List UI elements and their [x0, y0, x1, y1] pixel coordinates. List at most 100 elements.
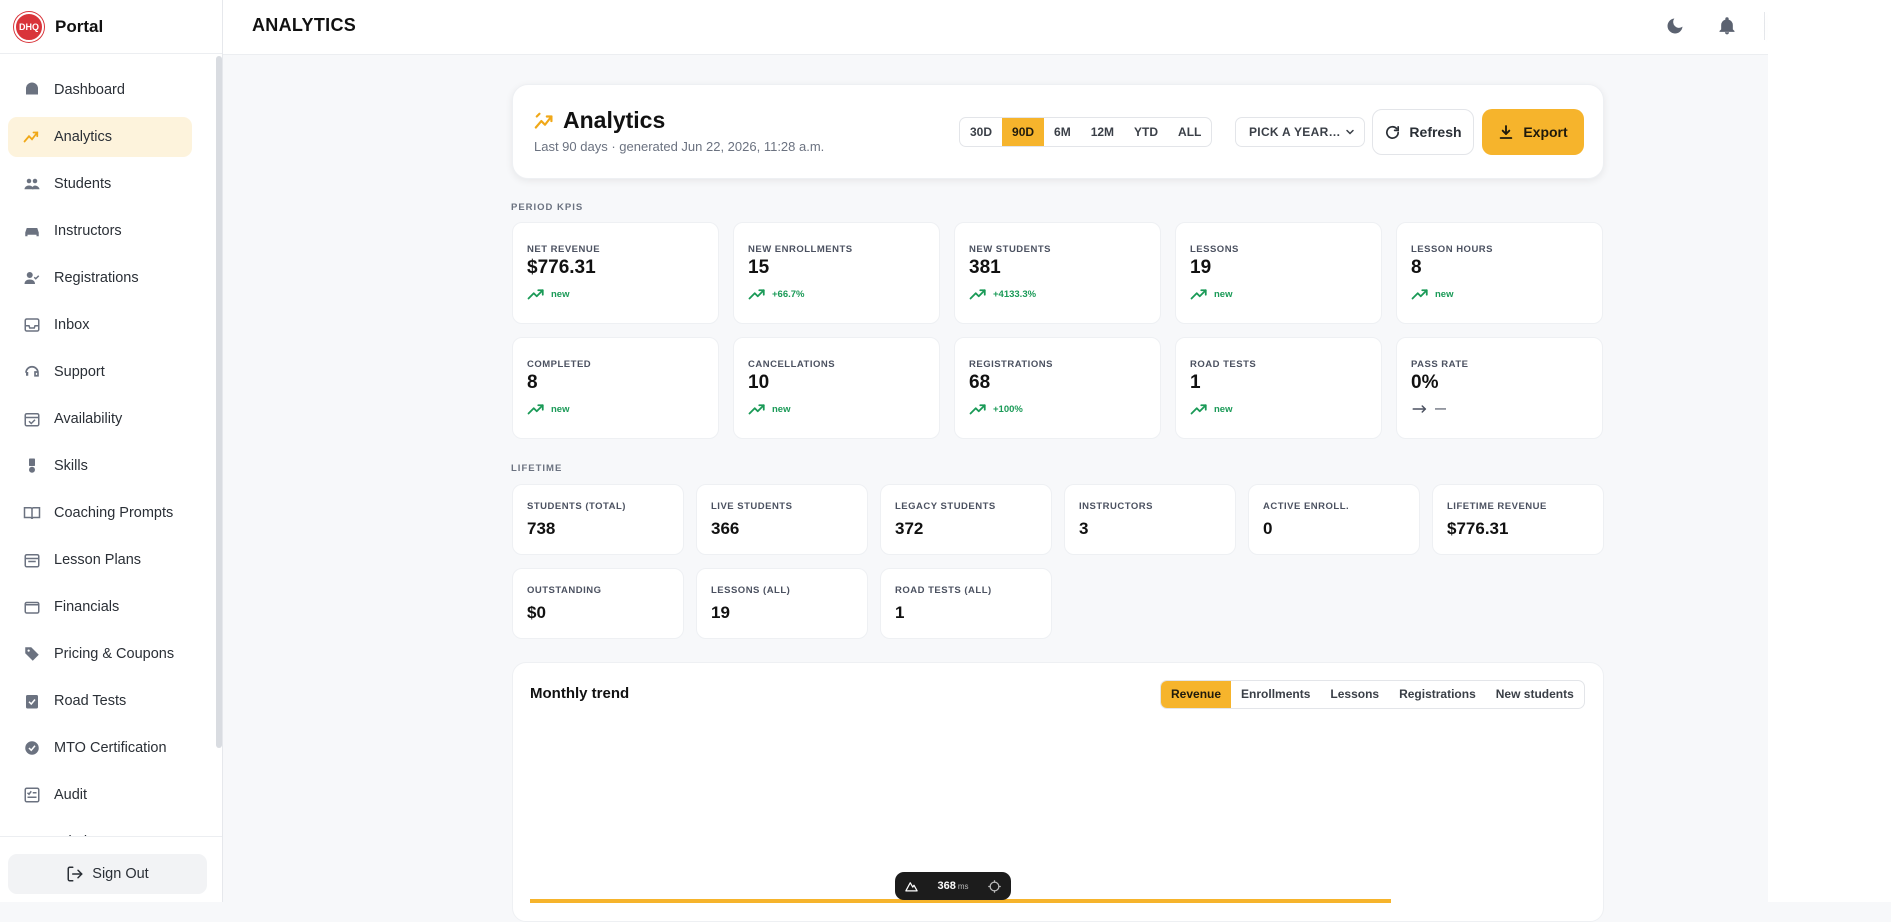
lifetime-card-instructors: INSTRUCTORS 3	[1064, 484, 1236, 555]
topbar-divider	[1764, 12, 1765, 40]
lifetime-value: 0	[1263, 519, 1273, 538]
analytics-header-card: Analytics Last 90 days · generated Jun 2…	[512, 84, 1604, 179]
sidebar-item-road-tests[interactable]: Road Tests	[8, 681, 192, 721]
students-icon	[22, 174, 42, 194]
sidebar-item-dashboard[interactable]: Dashboard	[8, 70, 192, 110]
lifetime-label: STUDENTS (TOTAL)	[527, 501, 626, 512]
kpi-delta-text: new	[772, 403, 791, 415]
bell-icon	[1719, 17, 1735, 35]
clipboard-check-icon	[22, 691, 42, 711]
analytics-icon	[534, 112, 553, 129]
kpi-delta-text: new	[1214, 403, 1233, 415]
kpi-value: 381	[969, 257, 1001, 278]
kpi-delta-text: new	[1214, 288, 1233, 300]
kpi-value: 10	[748, 372, 770, 393]
brand[interactable]: DHQ Portal	[0, 0, 222, 54]
sidebar-item-instructors[interactable]: Instructors	[8, 211, 192, 251]
kpi-label: LESSON HOURS	[1411, 244, 1494, 255]
range-button-30d[interactable]: 30D	[960, 118, 1002, 146]
lifetime-label: LEGACY STUDENTS	[895, 501, 996, 512]
dashboard-icon	[22, 80, 42, 100]
notifications-button[interactable]	[1715, 14, 1739, 38]
sidebar-item-coaching-prompts[interactable]: Coaching Prompts	[8, 493, 192, 533]
brand-name: Portal	[55, 16, 104, 36]
calendar-check-icon	[22, 409, 42, 429]
sidebar-item-pricing-coupons[interactable]: Pricing & Coupons	[8, 634, 192, 674]
kpi-label: LESSONS	[1190, 244, 1239, 255]
sidebar-item-label: Instructors	[54, 223, 122, 239]
sidebar-item-audit[interactable]: Audit	[8, 775, 192, 815]
period-kpis-label: PERIOD KPIS	[511, 202, 584, 213]
trend-tab-new-students[interactable]: New students	[1486, 681, 1584, 708]
trending-up-icon	[748, 289, 765, 300]
kpi-label: REGISTRATIONS	[969, 359, 1053, 370]
refresh-label: Refresh	[1409, 124, 1462, 140]
sidebar-item-label: Skills	[54, 458, 88, 474]
kpi-card-lesson-hours: LESSON HOURS 8 new	[1396, 222, 1603, 324]
range-button-90d[interactable]: 90D	[1002, 118, 1045, 146]
sign-out-button[interactable]: Sign Out	[8, 854, 207, 894]
user-check-icon	[22, 268, 42, 288]
lifetime-label: LESSONS (ALL)	[711, 585, 791, 596]
trend-tab-registrations[interactable]: Registrations	[1389, 681, 1486, 708]
sidebar-item-label: Students	[54, 176, 112, 192]
sign-out-icon	[67, 866, 83, 882]
sidebar-item-students[interactable]: Students	[8, 164, 192, 204]
lifetime-card-outstanding: OUTSTANDING $0	[512, 568, 684, 639]
dark-mode-toggle[interactable]	[1663, 14, 1687, 38]
export-button[interactable]: Export	[1482, 109, 1584, 155]
kpi-label: CANCELLATIONS	[748, 359, 836, 370]
kpi-value: 68	[969, 372, 991, 393]
sidebar-item-financials[interactable]: Financials	[8, 587, 192, 627]
sidebar-scrollbar[interactable]	[216, 56, 222, 748]
lifetime-card-lessons-all: LESSONS (ALL) 19	[696, 568, 868, 639]
lifetime-value: 3	[1079, 519, 1089, 538]
trend-tab-revenue[interactable]: Revenue	[1161, 681, 1232, 708]
sidebar-item-lesson-plans[interactable]: Lesson Plans	[8, 540, 192, 580]
range-button-ytd[interactable]: YTD	[1124, 118, 1168, 146]
analytics-title: Analytics	[563, 107, 666, 133]
trend-tab-lessons[interactable]: Lessons	[1320, 681, 1389, 708]
lifetime-label: OUTSTANDING	[527, 585, 602, 596]
analytics-icon	[22, 127, 42, 147]
sidebar-item-registrations[interactable]: Registrations	[8, 258, 192, 298]
calendar-icon	[22, 550, 42, 570]
range-button-6m[interactable]: 6M	[1044, 118, 1081, 146]
kpi-label: NEW ENROLLMENTS	[748, 244, 853, 255]
lifetime-label: LIFETIME	[511, 463, 563, 474]
lifetime-card-active-enroll: ACTIVE ENROLL. 0	[1248, 484, 1420, 555]
dev-pill-timing: 368 ms	[937, 880, 968, 892]
sidebar-item-availability[interactable]: Availability	[8, 399, 192, 439]
mountain-logo-icon	[905, 881, 918, 891]
lifetime-card-students-total: STUDENTS (TOTAL) 738	[512, 484, 684, 555]
lifetime-label: INSTRUCTORS	[1079, 501, 1153, 512]
kpi-value: 1	[1190, 372, 1201, 393]
sidebar-item-analytics[interactable]: Analytics	[8, 117, 192, 157]
sidebar-item-skills[interactable]: Skills	[8, 446, 192, 486]
lifetime-label: LIFETIME REVENUE	[1447, 501, 1547, 512]
kpi-delta: new	[527, 402, 569, 416]
sidebar-item-mto-certification[interactable]: MTO Certification	[8, 728, 192, 768]
kpi-label: PASS RATE	[1411, 359, 1469, 370]
kpi-delta: —	[1411, 402, 1446, 416]
checklist-icon	[22, 785, 42, 805]
year-select[interactable]: PICK A YEAR…	[1235, 117, 1365, 147]
lifetime-card-live-students: LIVE STUDENTS 366	[696, 484, 868, 555]
lifetime-card-legacy-students: LEGACY STUDENTS 372	[880, 484, 1052, 555]
lifetime-value: 19	[711, 603, 730, 622]
range-button-all[interactable]: ALL	[1168, 118, 1211, 146]
kpi-delta: +4133.3%	[969, 287, 1036, 301]
kpi-delta: new	[1190, 287, 1232, 301]
trend-tab-enrollments[interactable]: Enrollments	[1231, 681, 1320, 708]
sidebar-item-admin-documents[interactable]: Admin Documents	[8, 822, 192, 836]
badge-check-icon	[22, 738, 42, 758]
kpi-card-lessons: LESSONS 19 new	[1175, 222, 1382, 324]
range-button-12m[interactable]: 12M	[1081, 118, 1124, 146]
trending-up-icon	[969, 404, 986, 415]
dev-toolbar-pill[interactable]: 368 ms	[895, 872, 1011, 900]
sidebar-item-label: MTO Certification	[54, 740, 167, 756]
sidebar-item-inbox[interactable]: Inbox	[8, 305, 192, 345]
sidebar-item-support[interactable]: Support	[8, 352, 192, 392]
refresh-button[interactable]: Refresh	[1372, 109, 1474, 155]
kpi-value: 0%	[1411, 372, 1439, 393]
